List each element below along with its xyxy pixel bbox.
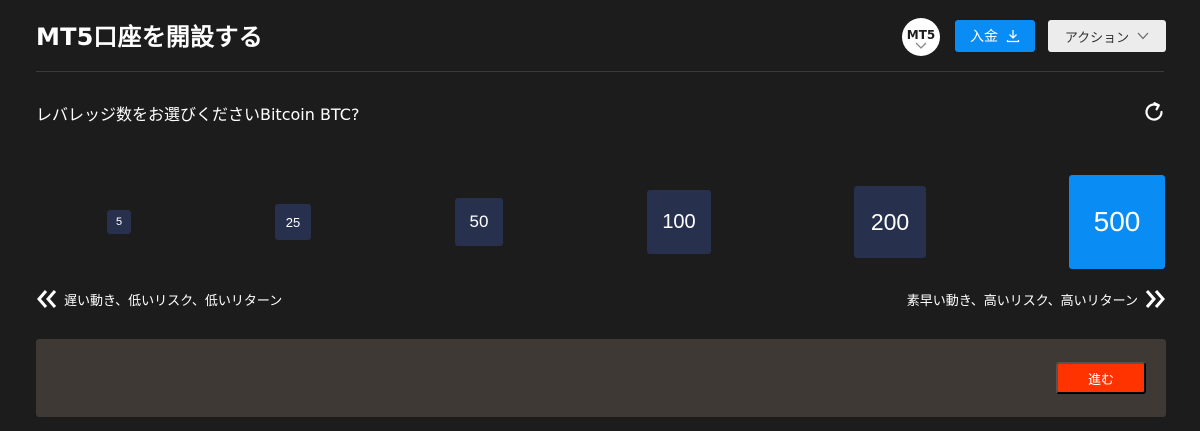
leverage-option-5[interactable]: 5 [107, 210, 131, 234]
deposit-label: 入金 [970, 28, 998, 44]
low-risk-label: 遅い動き、低いリスク、低いリターン [36, 288, 282, 310]
high-risk-label: 素早い動き、高いリスク、高いリターン [907, 288, 1166, 310]
double-chevron-right-icon[interactable] [1144, 288, 1166, 310]
leverage-option-25[interactable]: 25 [275, 204, 311, 240]
chevron-down-icon [1137, 32, 1149, 40]
open-account-page: MT5口座を開設する MT5 入金 アクション レバレッジ数をお選びくださいBi… [0, 0, 1200, 431]
refresh-icon[interactable] [1142, 100, 1166, 124]
actions-label: アクション [1064, 30, 1130, 46]
double-chevron-left-icon[interactable] [36, 288, 58, 310]
leverage-option-200[interactable]: 200 [854, 186, 926, 258]
platform-badge-label: MT5 [906, 27, 936, 42]
action-panel: 進む [36, 339, 1166, 417]
platform-selector[interactable]: MT5 [902, 18, 940, 56]
proceed-button[interactable]: 進む [1056, 362, 1146, 394]
low-risk-text: 遅い動き、低いリスク、低いリターン [64, 293, 283, 309]
actions-dropdown[interactable]: アクション [1048, 20, 1166, 52]
leverage-question: レバレッジ数をお選びくださいBitcoin BTC? [36, 105, 360, 124]
header-divider [36, 71, 1164, 72]
download-icon [1006, 30, 1020, 43]
high-risk-text: 素早い動き、高いリスク、高いリターン [906, 293, 1138, 309]
page-title: MT5口座を開設する [36, 23, 263, 51]
leverage-option-500[interactable]: 500 [1069, 175, 1165, 269]
leverage-option-50[interactable]: 50 [455, 198, 503, 246]
leverage-option-100[interactable]: 100 [647, 190, 711, 254]
chevron-down-icon [915, 42, 927, 49]
deposit-button[interactable]: 入金 [955, 20, 1035, 52]
